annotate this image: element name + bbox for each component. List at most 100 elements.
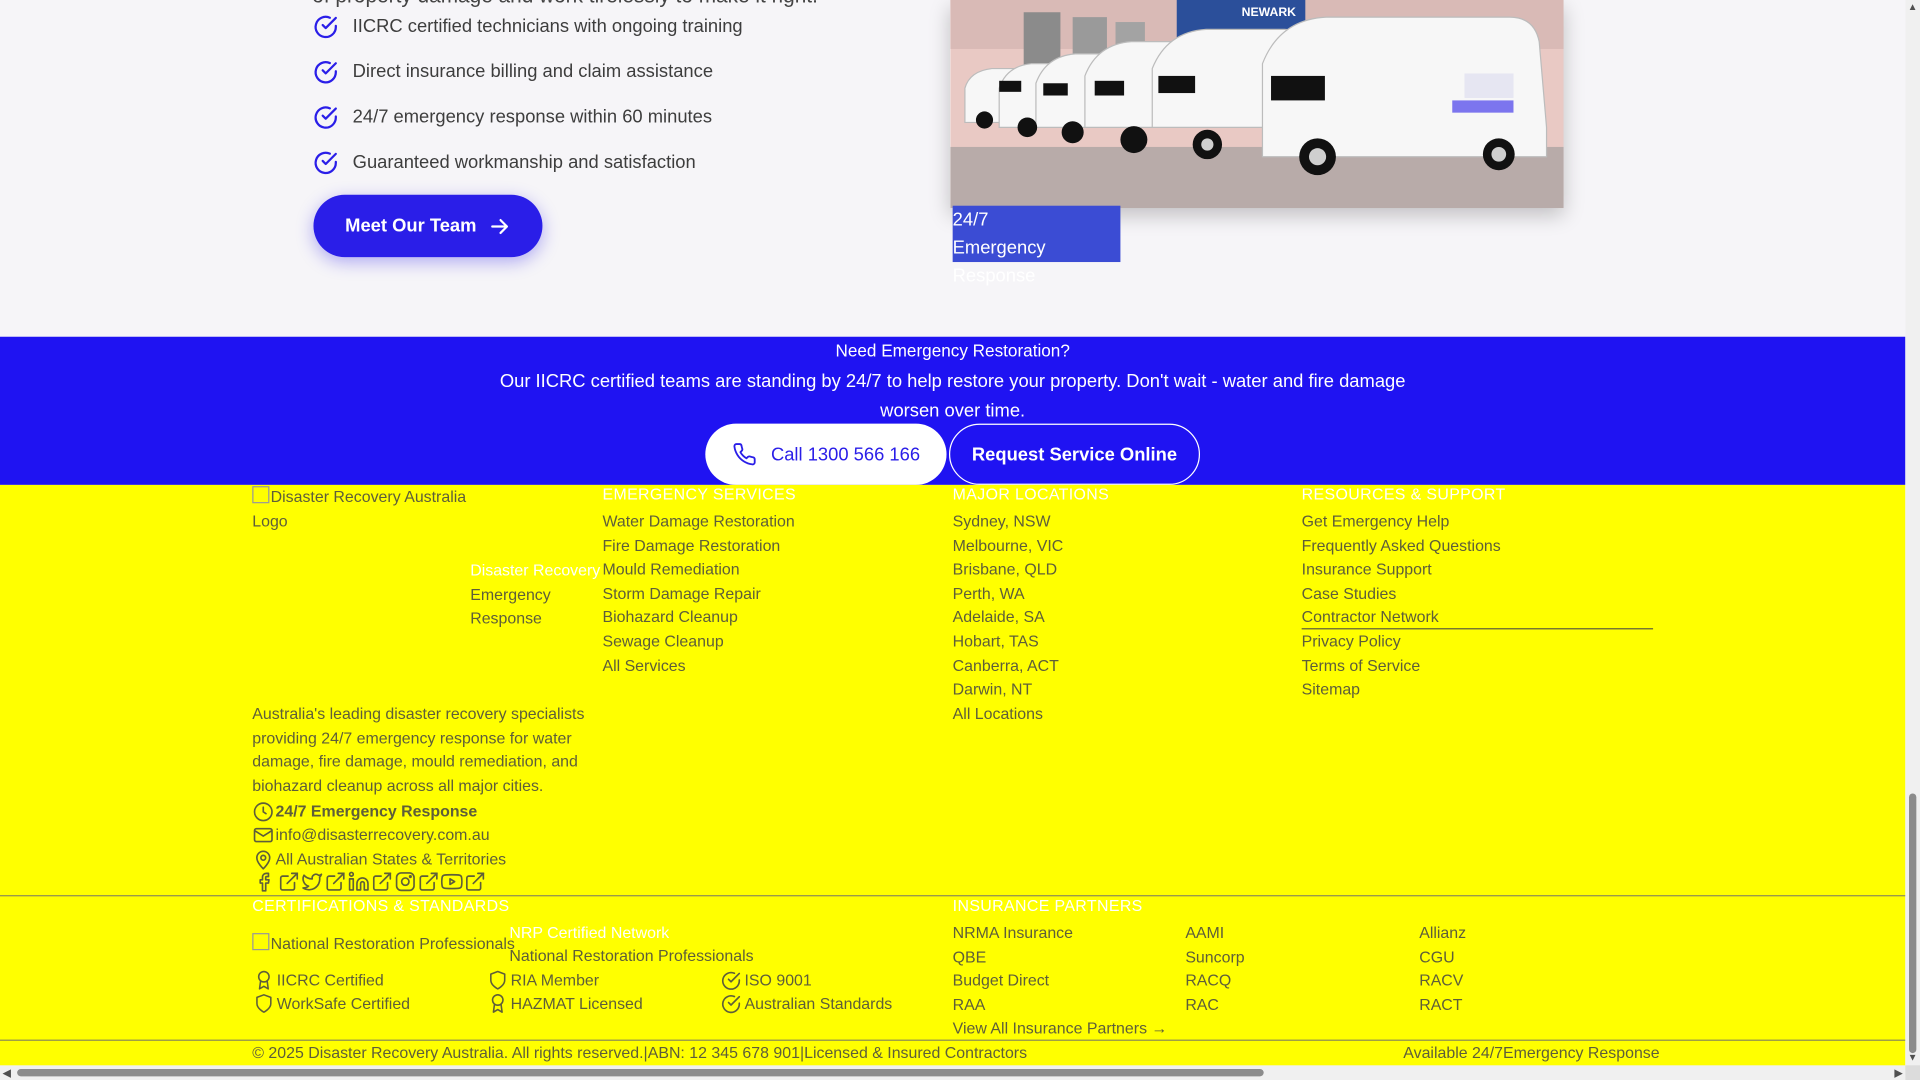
insurance-list-2: AAMI Suncorp RACQ RAC bbox=[1185, 921, 1244, 1017]
insurance-partner: AAMI bbox=[1185, 923, 1225, 942]
emergency-cta-banner: Need Emergency Restoration? Our IICRC ce… bbox=[0, 336, 1906, 485]
location-link[interactable]: Sydney, NSW bbox=[953, 509, 1064, 533]
shield-icon bbox=[256, 994, 272, 1014]
benefits-list: IICRC certified technicians with ongoing… bbox=[312, 15, 743, 196]
twitter-icon[interactable] bbox=[301, 871, 323, 893]
youtube-icon[interactable] bbox=[440, 871, 463, 893]
footer-brand: Disaster Recovery Emergency Response bbox=[470, 558, 600, 630]
vans-illustration: NEWARK bbox=[950, 0, 1564, 209]
cert-badge: IICRC Certified bbox=[253, 969, 384, 993]
service-link[interactable]: Sewage Cleanup bbox=[602, 629, 794, 653]
call-button[interactable]: Call 1300 566 166 bbox=[705, 423, 947, 485]
mail-icon bbox=[253, 827, 273, 843]
copyright-text: © 2025 Disaster Recovery Australia. All … bbox=[252, 1043, 644, 1062]
cta-title: Need Emergency Restoration? bbox=[835, 340, 1070, 361]
insurance-partner: Suncorp bbox=[1185, 947, 1245, 966]
insurance-partner: RAC bbox=[1185, 995, 1219, 1014]
photo-sign-text: NEWARK bbox=[1242, 5, 1297, 19]
location-link[interactable]: Brisbane, QLD bbox=[953, 557, 1064, 581]
resource-link[interactable]: Get Emergency Help bbox=[1302, 509, 1501, 533]
resource-link[interactable]: Insurance Support bbox=[1302, 557, 1501, 581]
clock-icon bbox=[253, 802, 273, 822]
intro-text: of property damage and work tirelessly t… bbox=[312, 0, 818, 9]
location-link[interactable]: Perth, WA bbox=[953, 581, 1064, 605]
linkedin-icon[interactable] bbox=[348, 871, 370, 893]
resource-link[interactable]: Privacy Policy bbox=[1302, 629, 1501, 653]
nrp-logo-alt: National Restoration Professionals bbox=[270, 934, 515, 953]
contact-area-text: All Australian States & Territories bbox=[275, 850, 507, 869]
page: of property damage and work tirelessly t… bbox=[0, 0, 1920, 1080]
external-link-icon bbox=[372, 872, 392, 891]
check-circle-icon bbox=[314, 151, 337, 175]
availability-text: Available 24/7Emergency Response bbox=[1403, 1041, 1659, 1065]
resource-link[interactable]: Contractor Network bbox=[1302, 605, 1501, 629]
cert-label: IICRC Certified bbox=[276, 971, 384, 990]
meet-our-team-button[interactable]: Meet Our Team bbox=[313, 194, 543, 258]
facebook-icon[interactable] bbox=[255, 871, 277, 893]
vertical-scroll-thumb[interactable] bbox=[1908, 793, 1917, 1054]
external-link-icon bbox=[419, 872, 438, 891]
insurance-partner: NRMA Insurance bbox=[952, 923, 1073, 942]
insurance-partner: Budget Direct bbox=[952, 971, 1050, 990]
phone-icon bbox=[732, 443, 756, 466]
resource-link[interactable]: Frequently Asked Questions bbox=[1302, 533, 1501, 557]
service-link[interactable]: Mould Remediation bbox=[602, 557, 794, 581]
benefit-text: 24/7 emergency response within 60 minute… bbox=[352, 106, 713, 128]
badge-line-1: 24/7 bbox=[952, 209, 989, 231]
scroll-up-icon[interactable]: ▲ bbox=[1908, 1, 1918, 12]
location-link[interactable]: Melbourne, VIC bbox=[953, 533, 1064, 557]
location-link[interactable]: Adelaide, SA bbox=[953, 605, 1064, 629]
contact-emergency-text: 24/7 Emergency Response bbox=[275, 802, 478, 821]
horizontal-scroll-thumb[interactable] bbox=[17, 1068, 1264, 1077]
certifications-heading: CERTIFICATIONS & STANDARDS bbox=[252, 896, 510, 915]
resources-heading: RESOURCES & SUPPORT bbox=[1301, 484, 1506, 504]
instagram-icon[interactable] bbox=[394, 871, 416, 893]
badge-line-2: Emergency Response bbox=[952, 237, 1046, 287]
horizontal-scrollbar[interactable]: ◀ ▶ bbox=[0, 1065, 1906, 1080]
service-link[interactable]: Storm Damage Repair bbox=[602, 581, 794, 605]
scrollbar-corner bbox=[1905, 1065, 1920, 1080]
brand-name: Disaster Recovery bbox=[470, 560, 601, 580]
nrp-logo: National Restoration Professionals bbox=[252, 932, 515, 956]
cert-label: Australian Standards bbox=[744, 994, 893, 1014]
resource-link[interactable]: Terms of Service bbox=[1302, 653, 1501, 677]
scroll-left-icon[interactable]: ◀ bbox=[2, 1067, 10, 1080]
footer-logo[interactable]: Disaster Recovery Australia Logo bbox=[252, 485, 470, 533]
service-link[interactable]: Water Damage Restoration bbox=[602, 509, 794, 533]
benefit-text: Guaranteed workmanship and satisfaction bbox=[352, 151, 696, 173]
vertical-scrollbar[interactable]: ▲ ▼ bbox=[1905, 0, 1920, 1080]
scroll-right-icon[interactable]: ▶ bbox=[1894, 1067, 1902, 1080]
service-link[interactable]: Biohazard Cleanup bbox=[602, 605, 794, 629]
scroll-down-icon[interactable]: ▼ bbox=[1908, 1052, 1918, 1063]
cert-label: WorkSafe Certified bbox=[276, 994, 411, 1014]
location-link[interactable]: All Locations bbox=[953, 701, 1064, 725]
arrow-right-icon bbox=[491, 218, 509, 234]
check-circle-icon bbox=[314, 61, 337, 84]
view-all-insurance-link[interactable]: View All Insurance Partners → bbox=[953, 1016, 1168, 1040]
location-link[interactable]: Canberra, ACT bbox=[953, 653, 1064, 677]
check-circle-icon bbox=[314, 106, 337, 129]
abn-text: ABN: 12 345 678 901 bbox=[647, 1043, 800, 1062]
shield-icon bbox=[490, 971, 506, 991]
contact-email[interactable]: info@disasterrecovery.com.au bbox=[252, 823, 490, 847]
emergency-response-badge: 24/7 Emergency Response bbox=[952, 205, 1121, 287]
benefit-text: Direct insurance billing and claim assis… bbox=[352, 61, 714, 83]
list-item: IICRC certified technicians with ongoing… bbox=[312, 15, 743, 60]
cert-badge: Australian Standards bbox=[720, 992, 892, 1016]
locations-list: Sydney, NSW Melbourne, VIC Brisbane, QLD… bbox=[953, 509, 1064, 725]
insurance-heading: INSURANCE PARTNERS bbox=[952, 896, 1143, 915]
location-link[interactable]: Hobart, TAS bbox=[953, 629, 1064, 653]
service-link[interactable]: Fire Damage Restoration bbox=[602, 533, 794, 557]
award-icon bbox=[491, 994, 504, 1014]
service-link[interactable]: All Services bbox=[602, 653, 794, 677]
contractor-network-underline bbox=[1301, 628, 1654, 630]
location-link[interactable]: Darwin, NT bbox=[953, 677, 1064, 701]
brand-tagline-2: Response bbox=[470, 608, 542, 628]
fleet-photo: NEWARK bbox=[950, 0, 1564, 209]
cert-badge: RIA Member bbox=[487, 969, 599, 993]
request-service-label: Request Service Online bbox=[971, 443, 1178, 465]
request-service-button[interactable]: Request Service Online bbox=[948, 423, 1201, 485]
resource-link[interactable]: Case Studies bbox=[1302, 581, 1501, 605]
resource-link[interactable]: Sitemap bbox=[1302, 677, 1501, 701]
cert-badge: WorkSafe Certified bbox=[253, 992, 410, 1016]
